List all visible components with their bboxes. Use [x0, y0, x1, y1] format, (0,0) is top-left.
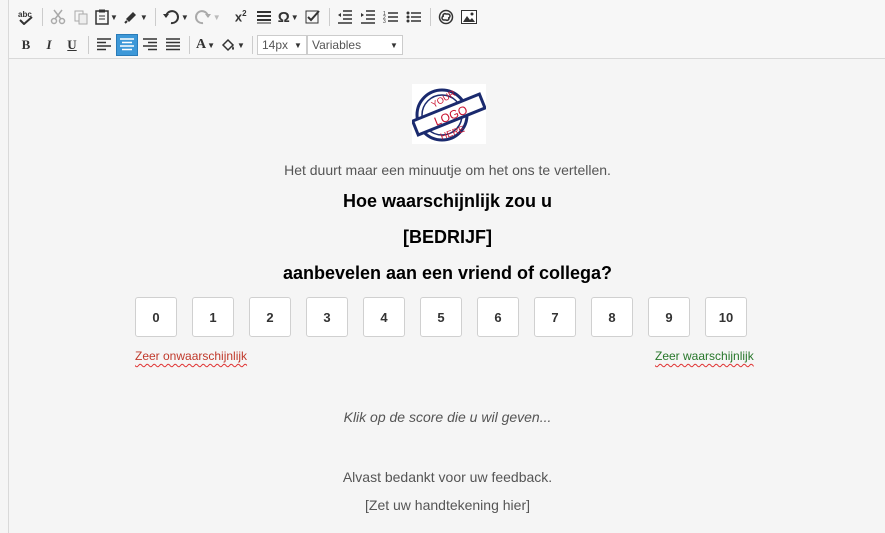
- ordered-list-icon[interactable]: 123: [380, 6, 402, 28]
- link-icon[interactable]: [435, 6, 457, 28]
- undo-icon[interactable]: ▼: [160, 6, 191, 28]
- align-right-icon[interactable]: [139, 34, 161, 56]
- image-icon[interactable]: [458, 6, 480, 28]
- bold-button[interactable]: B: [15, 34, 37, 56]
- font-color-button[interactable]: A ▼: [194, 34, 217, 56]
- toolbar-separator: [251, 36, 253, 54]
- variables-select[interactable]: Variables ▼: [306, 35, 403, 55]
- unordered-list-icon[interactable]: [403, 6, 425, 28]
- score-button-4[interactable]: 4: [363, 297, 405, 337]
- paragraph-icon[interactable]: [253, 6, 275, 28]
- score-button-7[interactable]: 7: [534, 297, 576, 337]
- variables-value: Variables: [311, 38, 362, 52]
- score-button-5[interactable]: 5: [420, 297, 462, 337]
- score-button-2[interactable]: 2: [249, 297, 291, 337]
- company-logo: YOUR LOGO HERE: [410, 84, 487, 144]
- question-line-1: Hoe waarschijnlijk zou u: [342, 191, 553, 211]
- underline-button[interactable]: U: [61, 34, 83, 56]
- editor-toolbar: abc ▼ ▼ ▼ ▼ x2 Ω ▼ 1 2 3 B I U A ▼ ▼ 14p…: [8, 0, 885, 59]
- toolbar-separator: [328, 8, 330, 26]
- question-line-2: [BEDRIJF]: [403, 227, 492, 247]
- svg-text:3: 3: [383, 19, 386, 24]
- score-hint: Klik op de score die u wil geven...: [343, 409, 552, 425]
- format-painter-icon[interactable]: ▼: [121, 6, 150, 28]
- score-button-0[interactable]: 0: [135, 297, 177, 337]
- align-left-icon[interactable]: [93, 34, 115, 56]
- toolbar-row-1: abc ▼ ▼ ▼ ▼ x2 Ω ▼ 1 2 3: [15, 5, 481, 29]
- font-size-value: 14px: [261, 38, 288, 52]
- score-button-3[interactable]: 3: [306, 297, 348, 337]
- editor-content[interactable]: YOUR LOGO HERE Het duurt maar een minuut…: [8, 59, 885, 533]
- intro-text: Het duurt maar een minuutje om het ons t…: [284, 162, 611, 178]
- toolbar-separator: [154, 8, 156, 26]
- spellcheck-icon[interactable]: abc: [15, 6, 37, 28]
- italic-button[interactable]: I: [38, 34, 60, 56]
- chevron-down-icon: ▼: [294, 40, 302, 50]
- paste-icon[interactable]: ▼: [93, 6, 120, 28]
- toolbar-separator: [429, 8, 431, 26]
- signature-placeholder: [Zet uw handtekening hier]: [365, 497, 530, 513]
- label-very-likely: Zeer waarschijnlijk: [655, 349, 754, 363]
- chevron-down-icon: ▼: [390, 40, 398, 50]
- background-color-icon[interactable]: ▼: [218, 34, 247, 56]
- cut-icon[interactable]: [47, 6, 69, 28]
- question-line-3: aanbevelen aan een vriend of collega?: [282, 263, 613, 283]
- label-very-unlikely: Zeer onwaarschijnlijk: [135, 349, 248, 363]
- thanks-text: Alvast bedankt voor uw feedback.: [342, 469, 553, 485]
- redo-icon[interactable]: ▼: [192, 6, 223, 28]
- outdent-icon[interactable]: [334, 6, 356, 28]
- indent-icon[interactable]: [357, 6, 379, 28]
- copy-icon[interactable]: [70, 6, 92, 28]
- toolbar-separator: [189, 36, 190, 54]
- toolbar-separator: [88, 36, 89, 54]
- toolbar-row-2: B I U A ▼ ▼ 14px ▼ Variables ▼: [15, 33, 403, 57]
- font-size-select[interactable]: 14px ▼: [256, 35, 307, 55]
- score-button-1[interactable]: 1: [192, 297, 234, 337]
- score-button-8[interactable]: 8: [591, 297, 633, 337]
- toolbar-separator: [42, 8, 43, 26]
- align-justify-icon[interactable]: [162, 34, 184, 56]
- checkbox-icon[interactable]: [302, 6, 324, 28]
- score-button-10[interactable]: 10: [705, 297, 747, 337]
- superscript-icon[interactable]: x2: [230, 6, 252, 28]
- align-center-icon[interactable]: [116, 34, 138, 56]
- score-button-6[interactable]: 6: [477, 297, 519, 337]
- special-char-icon[interactable]: Ω ▼: [276, 6, 301, 28]
- score-button-9[interactable]: 9: [648, 297, 690, 337]
